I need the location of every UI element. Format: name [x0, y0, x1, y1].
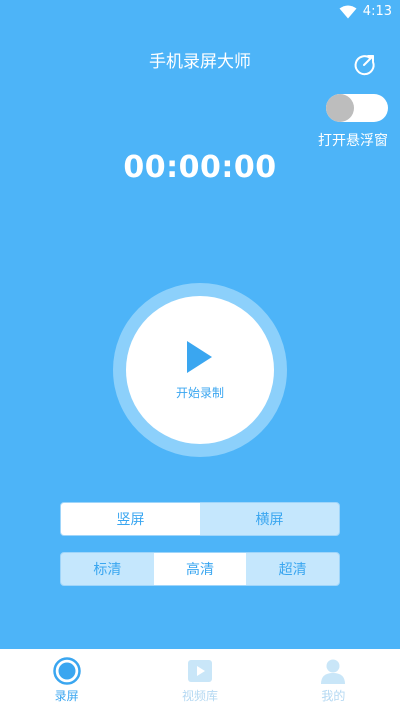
video-library-icon — [187, 660, 212, 682]
nav-label-profile: 我的 — [321, 689, 346, 703]
start-record-label: 开始录制 — [175, 386, 224, 400]
orientation-portrait[interactable]: 竖屏 — [61, 503, 200, 535]
orientation-landscape[interactable]: 横屏 — [200, 503, 339, 535]
wifi-icon — [339, 5, 357, 18]
nav-item-record[interactable]: 录屏 — [0, 649, 133, 710]
floating-window-label: 打开悬浮窗 — [318, 133, 388, 149]
status-bar: 4:13 — [0, 0, 400, 26]
user-icon — [321, 659, 346, 684]
page-title: 手机录屏大师 — [149, 52, 251, 72]
nav-label-record: 录屏 — [54, 689, 79, 703]
share-icon[interactable] — [351, 50, 379, 78]
record-circle-icon — [52, 657, 81, 685]
toggle-knob — [326, 94, 354, 122]
status-icons: 4:13 — [339, 4, 392, 19]
quality-selector: 标清 高清 超清 — [60, 552, 340, 586]
nav-label-video-library: 视频库 — [181, 689, 218, 703]
status-time: 4:13 — [362, 4, 392, 19]
nav-item-video-library[interactable]: 视频库 — [133, 649, 266, 710]
quality-ultra[interactable]: 超清 — [246, 553, 339, 585]
bottom-nav: 录屏 视频库 我的 — [0, 649, 400, 710]
start-record-button[interactable]: 开始录制 — [126, 296, 274, 444]
play-icon — [187, 341, 212, 373]
floating-window-toggle[interactable] — [326, 94, 388, 122]
orientation-selector: 竖屏 横屏 — [60, 502, 340, 536]
nav-item-profile[interactable]: 我的 — [267, 649, 400, 710]
record-timer: 00:00:00 — [123, 150, 277, 185]
quality-high[interactable]: 高清 — [153, 553, 247, 585]
quality-standard[interactable]: 标清 — [61, 553, 154, 585]
